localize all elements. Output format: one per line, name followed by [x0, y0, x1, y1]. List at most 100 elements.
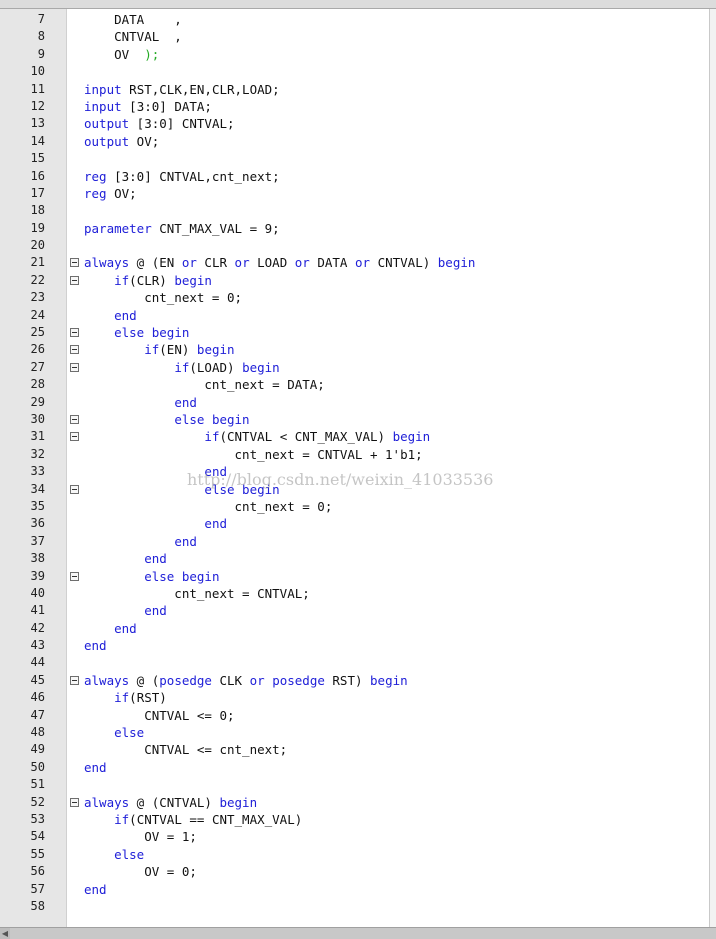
- code-editor[interactable]: 7 DATA ,8 CNTVAL ,9 OV ); 10 11 input RST,C…: [0, 9, 716, 927]
- code-line[interactable]: 50 end: [0, 759, 710, 776]
- line-number: 47: [30, 707, 45, 722]
- line-number: 53: [30, 811, 45, 826]
- fold-collapse-icon[interactable]: [70, 675, 79, 685]
- code-line[interactable]: 7 DATA ,: [0, 11, 710, 28]
- line-number: 52: [30, 794, 45, 809]
- fold-collapse-icon[interactable]: [70, 362, 79, 372]
- code-line[interactable]: 44: [0, 654, 710, 671]
- fold-collapse-icon[interactable]: [70, 571, 79, 581]
- fold-collapse-icon[interactable]: [70, 258, 79, 268]
- code-line[interactable]: 30 else begin: [0, 411, 710, 428]
- code-line[interactable]: 17 reg OV;: [0, 185, 710, 202]
- code-line[interactable]: 38 end: [0, 550, 710, 567]
- code-text: end: [84, 881, 107, 898]
- line-number: 30: [30, 411, 45, 426]
- code-line[interactable]: 55 else: [0, 846, 710, 863]
- code-line[interactable]: 51: [0, 776, 710, 793]
- fold-collapse-icon[interactable]: [70, 432, 79, 442]
- code-line[interactable]: 45 always @ (posedge CLK or posedge RST) …: [0, 672, 710, 689]
- code-line[interactable]: 16 reg [3:0] CNTVAL,cnt_next;: [0, 168, 710, 185]
- code-line[interactable]: 31 if(CNTVAL < CNT_MAX_VAL) begin: [0, 428, 710, 445]
- code-line[interactable]: 41 end: [0, 602, 710, 619]
- keyword-token: or: [294, 255, 310, 271]
- code-text: else begin: [84, 411, 250, 428]
- vertical-scrollbar[interactable]: [709, 9, 716, 927]
- code-line[interactable]: 21 always @ (EN or CLR or LOAD or DATA or…: [0, 254, 710, 271]
- code-line[interactable]: 52 always @ (CNTVAL) begin: [0, 794, 710, 811]
- code-line[interactable]: 14 output OV;: [0, 133, 710, 150]
- code-line[interactable]: 19 parameter CNT_MAX_VAL = 9;: [0, 220, 710, 237]
- code-text: cnt_next = 0;: [84, 498, 333, 515]
- code-line[interactable]: 15: [0, 150, 710, 167]
- code-line[interactable]: 57 end: [0, 881, 710, 898]
- code-text: end: [84, 620, 137, 637]
- code-line[interactable]: 24 end: [0, 307, 710, 324]
- line-number: 48: [30, 725, 45, 740]
- fold-collapse-icon[interactable]: [70, 345, 79, 355]
- code-line[interactable]: 13 output [3:0] CNTVAL;: [0, 115, 710, 132]
- fold-collapse-icon[interactable]: [70, 484, 79, 494]
- code-line[interactable]: 18: [0, 202, 710, 219]
- code-line[interactable]: 12 input [3:0] DATA;: [0, 98, 710, 115]
- code-line[interactable]: 10: [0, 63, 710, 80]
- code-text: cnt_next = CNTVAL;: [84, 585, 309, 602]
- code-text: reg [3:0] CNTVAL,cnt_next;: [84, 168, 280, 185]
- code-token: CLK: [211, 672, 250, 688]
- code-line[interactable]: 22 if(CLR) begin: [0, 272, 710, 289]
- code-line[interactable]: 37 end: [0, 533, 710, 550]
- code-line[interactable]: 29 end: [0, 394, 710, 411]
- keyword-token: reg: [84, 185, 107, 201]
- code-line[interactable]: 32 cnt_next = CNTVAL + 1'b1;: [0, 446, 710, 463]
- scroll-left-arrow-icon[interactable]: ◀: [0, 928, 10, 939]
- line-number: 44: [30, 655, 45, 670]
- code-token: OV = 0;: [84, 864, 197, 880]
- fold-collapse-icon[interactable]: [70, 328, 79, 338]
- keyword-token: else begin: [174, 411, 250, 427]
- code-line[interactable]: 43 end: [0, 637, 710, 654]
- code-text: input RST,CLK,EN,CLR,LOAD;: [84, 81, 280, 98]
- code-line[interactable]: 58: [0, 898, 710, 915]
- code-line[interactable]: 8 CNTVAL ,: [0, 28, 710, 45]
- line-number: 27: [30, 359, 45, 374]
- code-line[interactable]: 53 if(CNTVAL == CNT_MAX_VAL): [0, 811, 710, 828]
- code-line[interactable]: 56 OV = 0;: [0, 863, 710, 880]
- keyword-token: always: [84, 255, 130, 271]
- code-line[interactable]: 49 CNTVAL <= cnt_next;: [0, 741, 710, 758]
- code-text: else begin: [84, 324, 189, 341]
- fold-collapse-icon[interactable]: [70, 797, 79, 807]
- code-line[interactable]: 20: [0, 237, 710, 254]
- code-line[interactable]: 9 OV );: [0, 46, 710, 63]
- line-number: 41: [30, 603, 45, 618]
- code-line[interactable]: 11 input RST,CLK,EN,CLR,LOAD;: [0, 81, 710, 98]
- code-line[interactable]: 48 else: [0, 724, 710, 741]
- fold-collapse-icon[interactable]: [70, 414, 79, 424]
- code-line[interactable]: 42 end: [0, 620, 710, 637]
- code-line[interactable]: 35 cnt_next = 0;: [0, 498, 710, 515]
- code-line[interactable]: 47 CNTVAL <= 0;: [0, 707, 710, 724]
- code-line[interactable]: 54 OV = 1;: [0, 828, 710, 845]
- line-number: 11: [30, 81, 45, 96]
- code-line[interactable]: 25 else begin: [0, 324, 710, 341]
- fold-collapse-icon[interactable]: [70, 275, 79, 285]
- code-line[interactable]: 27 if(LOAD) begin: [0, 359, 710, 376]
- code-line[interactable]: 26 if(EN) begin: [0, 341, 710, 358]
- keyword-token: posedge: [159, 672, 212, 688]
- keyword-token: else: [114, 846, 145, 862]
- code-token: cnt_next = 0;: [84, 498, 333, 514]
- code-token: CLR: [196, 255, 235, 271]
- code-line[interactable]: 23 cnt_next = 0;: [0, 289, 710, 306]
- line-number: 15: [30, 151, 45, 166]
- code-text: if(CNTVAL == CNT_MAX_VAL): [84, 811, 302, 828]
- keyword-token: end: [174, 533, 197, 549]
- code-line[interactable]: 40 cnt_next = CNTVAL;: [0, 585, 710, 602]
- horizontal-scrollbar[interactable]: ◀: [0, 927, 716, 939]
- code-line[interactable]: 36 end: [0, 515, 710, 532]
- code-line[interactable]: 28 cnt_next = DATA;: [0, 376, 710, 393]
- code-line[interactable]: 46 if(RST): [0, 689, 710, 706]
- code-line[interactable]: 39 else begin: [0, 568, 710, 585]
- code-token: @ (: [129, 672, 160, 688]
